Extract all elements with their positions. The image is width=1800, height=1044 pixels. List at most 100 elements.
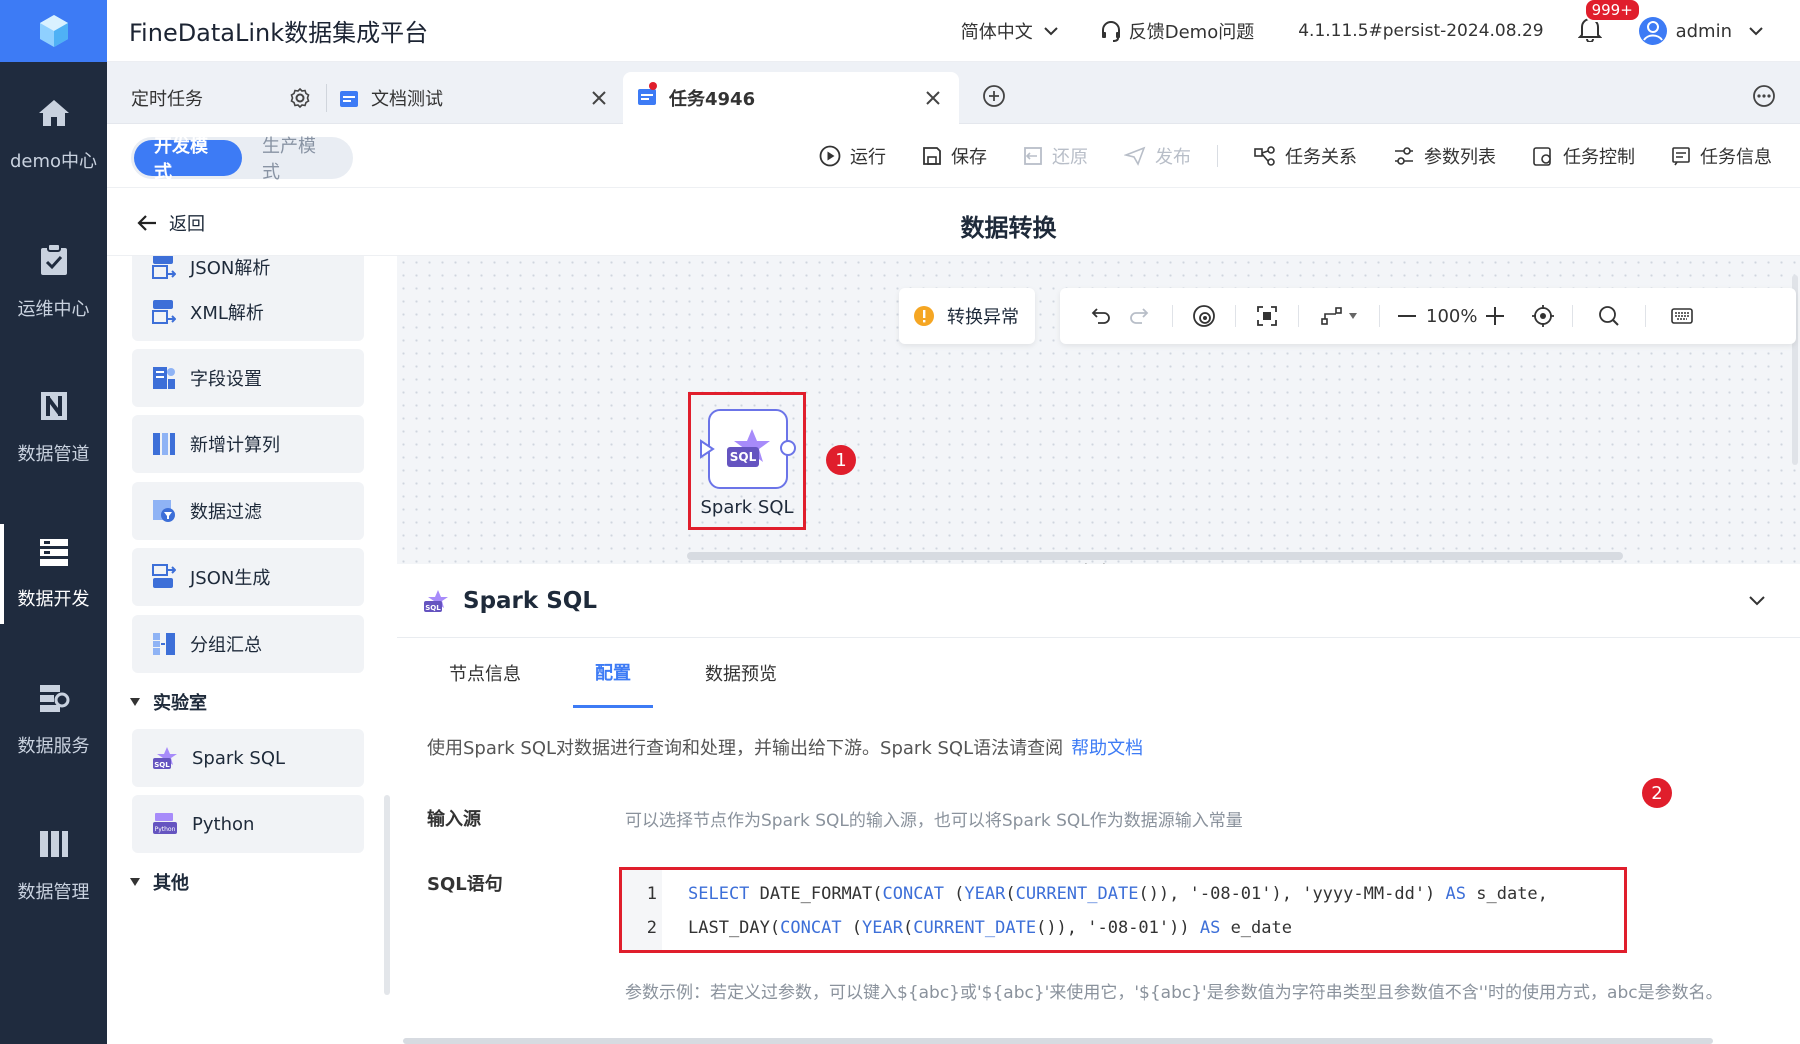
operator-label: XML解析 bbox=[190, 303, 264, 324]
zoom-in-button[interactable] bbox=[1476, 307, 1514, 325]
avatar bbox=[1638, 17, 1667, 45]
tab-label: 任务4946 bbox=[669, 89, 756, 110]
undo-icon bbox=[1091, 308, 1110, 324]
language-select[interactable]: 简体中文 bbox=[961, 18, 1059, 44]
config-description: 使用Spark SQL对数据进行查询和处理，并输出给下游。Spark SQL语法… bbox=[427, 734, 1143, 760]
input-port-icon[interactable] bbox=[699, 439, 715, 459]
restore-label: 还原 bbox=[1052, 147, 1088, 168]
annotation-badge-2: 2 bbox=[1642, 778, 1672, 808]
tab-doc-test[interactable]: 文档测试 bbox=[339, 72, 607, 124]
dev-mode-button[interactable]: 开发模式 bbox=[134, 136, 242, 183]
keyboard-button[interactable] bbox=[1646, 308, 1718, 324]
feedback-label: 反馈Demo问题 bbox=[1128, 22, 1255, 43]
task-info-label: 任务信息 bbox=[1700, 147, 1772, 168]
redo-button[interactable] bbox=[1120, 306, 1158, 326]
sql-editor[interactable]: 1 2 SELECT DATE_FORMAT(CONCAT (YEAR(CURR… bbox=[619, 867, 1627, 953]
conversion-warning[interactable]: 转换异常 bbox=[899, 288, 1035, 344]
notification-badge: 999+ bbox=[1583, 0, 1641, 22]
operator-group-summary[interactable]: 分组汇总 bbox=[132, 615, 364, 673]
nav-item-demo-center[interactable]: demo中心 bbox=[0, 75, 107, 195]
sql-line-2: LAST_DAY(CONCAT (YEAR(CURRENT_DATE()), '… bbox=[688, 918, 1292, 938]
line-style-select[interactable] bbox=[1299, 306, 1379, 326]
spark-sql-node[interactable]: SQL bbox=[708, 409, 788, 489]
operator-xml-parse[interactable]: XML解析 bbox=[132, 283, 364, 341]
tab-config[interactable]: 配置 bbox=[573, 638, 653, 708]
task-control-icon bbox=[1533, 147, 1551, 166]
tab-node-info[interactable]: 节点信息 bbox=[427, 638, 543, 708]
nav-item-label: 数据开发 bbox=[17, 589, 90, 610]
nav-item-data-development[interactable]: 数据开发 bbox=[0, 514, 107, 634]
svg-text:SQL: SQL bbox=[154, 761, 170, 769]
sql-statement-label: SQL语句 bbox=[427, 874, 503, 895]
chevron-down-icon[interactable] bbox=[1748, 595, 1766, 607]
warning-icon bbox=[914, 306, 934, 326]
toolbar-actions: 运行 保存 还原 发布 任务关系 参数列表 任务控制 任务信息 bbox=[783, 124, 1772, 188]
operator-label: 字段设置 bbox=[190, 369, 262, 390]
task-control-button[interactable]: 任务控制 bbox=[1532, 143, 1635, 169]
sliders-icon bbox=[1395, 147, 1413, 165]
tab-task-4946[interactable]: 任务4946 bbox=[623, 72, 959, 124]
tab-scheduled-tasks[interactable]: 定时任务 bbox=[131, 72, 311, 124]
app-title: FineDataLink数据集成平台 bbox=[129, 19, 429, 47]
server-stack-icon bbox=[39, 539, 68, 566]
operator-spark-sql[interactable]: SQL Spark SQL bbox=[132, 729, 364, 787]
search-button[interactable] bbox=[1573, 305, 1645, 327]
help-doc-link[interactable]: 帮助文档 bbox=[1071, 738, 1143, 759]
python-icon: Python bbox=[153, 813, 177, 834]
play-icon bbox=[819, 145, 841, 167]
nav-item-data-management[interactable]: 数据管理 bbox=[0, 806, 107, 926]
properties-horizontal-scrollbar[interactable] bbox=[403, 1038, 1713, 1044]
operator-label: Python bbox=[192, 813, 255, 835]
fit-view-button[interactable] bbox=[1236, 305, 1298, 327]
input-source-hint: 可以选择节点作为Spark SQL的输入源，也可以将Spark SQL作为数据源… bbox=[625, 811, 1243, 831]
add-column-icon bbox=[153, 433, 175, 455]
task-relation-button[interactable]: 任务关系 bbox=[1254, 143, 1357, 169]
description-text: 使用Spark SQL对数据进行查询和处理，并输出给下游。Spark SQL语法… bbox=[427, 738, 1064, 759]
run-button[interactable]: 运行 bbox=[819, 143, 886, 169]
more-icon[interactable] bbox=[1752, 84, 1776, 108]
feedback-link[interactable]: 反馈Demo问题 bbox=[1099, 18, 1254, 44]
annotation-badge-1: 1 bbox=[826, 445, 856, 475]
preview-button[interactable] bbox=[1173, 304, 1235, 328]
output-port-icon[interactable] bbox=[779, 439, 797, 457]
prod-mode-button[interactable]: 生产模式 bbox=[242, 136, 350, 183]
publish-button[interactable]: 发布 bbox=[1124, 143, 1191, 169]
task-info-button[interactable]: 任务信息 bbox=[1671, 143, 1772, 169]
tab-label: 文档测试 bbox=[371, 89, 443, 110]
caret-down-icon bbox=[130, 878, 140, 886]
sub-header: 返回 数据转换 bbox=[107, 188, 1800, 256]
category-label: 其他 bbox=[153, 873, 189, 894]
home-icon bbox=[38, 100, 69, 126]
category-lab[interactable]: 实验室 bbox=[129, 689, 207, 715]
line-number: 2 bbox=[646, 918, 657, 938]
save-button[interactable]: 保存 bbox=[922, 143, 987, 169]
app-logo[interactable] bbox=[0, 0, 107, 62]
canvas-horizontal-scrollbar[interactable] bbox=[687, 552, 1623, 560]
operator-add-column[interactable]: 新增计算列 bbox=[132, 415, 364, 473]
locate-button[interactable] bbox=[1514, 304, 1572, 328]
restore-button[interactable]: 还原 bbox=[1023, 143, 1088, 169]
nav-item-ops-center[interactable]: 运维中心 bbox=[0, 222, 107, 342]
search-icon bbox=[1599, 306, 1619, 326]
operator-data-filter[interactable]: 数据过滤 bbox=[132, 482, 364, 540]
chevron-down-icon bbox=[1044, 27, 1058, 36]
spark-sql-node-highlight[interactable]: SQL Spark SQL bbox=[688, 392, 806, 530]
operator-field-settings[interactable]: 字段设置 bbox=[132, 349, 364, 407]
operator-panel-scrollbar[interactable] bbox=[384, 795, 390, 995]
category-other[interactable]: 其他 bbox=[129, 869, 189, 895]
nav-item-data-service[interactable]: 数据服务 bbox=[0, 660, 107, 780]
top-bar-right: 简体中文 反馈Demo问题 4.1.11.5#persist-2024.08.2… bbox=[961, 0, 1800, 62]
tab-data-preview[interactable]: 数据预览 bbox=[683, 638, 799, 708]
field-settings-icon bbox=[153, 367, 175, 389]
undo-button[interactable] bbox=[1082, 306, 1120, 326]
warning-label: 转换异常 bbox=[947, 307, 1019, 328]
operator-python[interactable]: Python Python bbox=[132, 795, 364, 853]
notification-button[interactable]: 999+ bbox=[1577, 0, 1641, 47]
user-menu[interactable]: admin bbox=[1638, 16, 1764, 46]
zoom-out-button[interactable] bbox=[1388, 314, 1426, 318]
param-list-button[interactable]: 参数列表 bbox=[1393, 143, 1496, 169]
add-tab-icon[interactable] bbox=[982, 84, 1006, 108]
operator-json-generate[interactable]: JSON生成 bbox=[132, 548, 364, 606]
task-calendar-icon bbox=[340, 91, 358, 107]
nav-item-data-pipeline[interactable]: 数据管道 bbox=[0, 368, 107, 488]
